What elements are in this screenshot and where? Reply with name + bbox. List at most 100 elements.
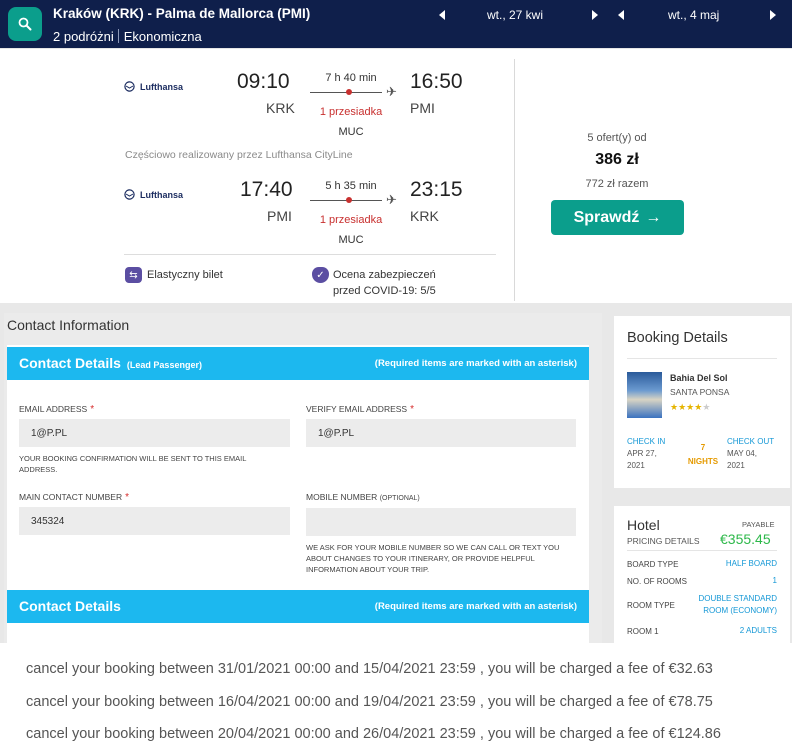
chevron-right-icon[interactable] [770, 10, 776, 20]
depart-airport: KRK [266, 100, 295, 116]
hotel-location: SANTA PONSA [670, 387, 730, 397]
stops-count: 1 przesiadka [319, 214, 383, 226]
required-asterisk: * [125, 492, 130, 503]
room-1-label: ROOM 1 [627, 627, 659, 636]
check-offer-button[interactable]: Sprawdź → [551, 200, 684, 235]
covid-rating-line2: przed COVID-19: 5/5 [333, 285, 436, 297]
search-bar: Kraków (KRK) - Palma de Mallorca (PMI) 2… [0, 0, 792, 48]
cancellation-line: cancel your booking between 16/04/2021 0… [26, 694, 713, 710]
covid-rating-line1: Ocena zabezpieczeń [333, 269, 436, 281]
required-note: (Required items are marked with an aster… [374, 601, 577, 612]
mobile-label-text: MOBILE NUMBER [306, 492, 378, 502]
optional-note: (OPTIONAL) [379, 495, 420, 502]
check-out-day: MAY 04, [727, 449, 757, 458]
arrive-airport: KRK [410, 208, 439, 224]
stop-dot [346, 197, 352, 203]
arrive-time: 23:15 [410, 178, 463, 201]
travellers-cabin[interactable]: 2 podróżni Ekonomiczna [53, 29, 202, 44]
chevron-left-icon[interactable] [439, 10, 445, 20]
required-asterisk: * [410, 404, 414, 415]
contact-details-title: Contact Details [19, 598, 121, 614]
airline-inbound: Lufthansa [124, 189, 183, 200]
nights-number: 7 [700, 443, 706, 452]
mobile-field[interactable] [306, 508, 576, 536]
cancellation-line: cancel your booking between 31/01/2021 0… [26, 661, 713, 677]
hotel-image[interactable] [627, 372, 662, 418]
stopover-airport: MUC [338, 126, 364, 138]
room-type-value: DOUBLE STANDARD ROOM (ECONOMY) [698, 593, 777, 617]
check-in-date: APR 27, 2021 [627, 448, 657, 472]
required-asterisk: * [90, 404, 95, 415]
cancellation-line: cancel your booking between 20/04/2021 0… [26, 726, 721, 742]
contact-details-title: Contact Details (Lead Passenger) [19, 355, 202, 371]
depart-time: 09:10 [237, 70, 290, 93]
rooms-value: 1 [772, 576, 777, 585]
lufthansa-logo-icon [124, 189, 135, 200]
stopover-airport: MUC [338, 234, 364, 246]
airline-name: Lufthansa [140, 189, 184, 200]
search-icon [18, 17, 32, 31]
pricing-details-label: PRICING DETAILS [627, 536, 700, 546]
arrow-right-icon: → [645, 208, 662, 226]
plane-icon: ✈ [386, 84, 397, 99]
airline-outbound: Lufthansa [124, 81, 183, 92]
verify-email-field[interactable]: 1@P.PL [306, 419, 576, 447]
flight-duration: 7 h 40 min [325, 72, 377, 84]
divider [124, 254, 496, 255]
contact-details-heading: Contact Details [19, 355, 121, 371]
room-1-value: 2 ADULTS [739, 626, 777, 635]
star-icon: ★ [678, 402, 687, 412]
search-button[interactable] [8, 7, 42, 41]
room-type-line2: ROOM (ECONOMY) [703, 606, 777, 615]
mobile-help-text: WE ASK FOR YOUR MOBILE NUMBER SO WE CAN … [306, 543, 560, 574]
hotel-name[interactable]: Bahia Del Sol [670, 373, 728, 383]
lufthansa-logo-icon [124, 81, 135, 92]
separator [117, 29, 119, 43]
section-title: Contact Information [7, 317, 130, 333]
main-contact-label: MAIN CONTACT NUMBER * [19, 492, 129, 503]
flexible-ticket-icon: ⇆ [125, 267, 142, 283]
nights-label: NIGHTS [687, 457, 719, 466]
price-per-person: 386 zł [595, 151, 639, 168]
check-in-day: APR 27, [627, 449, 657, 458]
stop-dot [346, 89, 352, 95]
main-contact-field[interactable]: 345324 [19, 507, 290, 535]
offers-count: 5 ofert(y) od [587, 132, 647, 144]
depart-airport: PMI [267, 208, 292, 224]
travellers-count: 2 podróżni [53, 29, 114, 44]
star-rating: ★★★★★ [670, 402, 710, 413]
payable-amount: €355.45 [720, 531, 771, 547]
room-type-line1: DOUBLE STANDARD [698, 594, 777, 603]
email-label: EMAIL ADDRESS * [19, 404, 94, 415]
rooms-label: NO. OF ROOMS [627, 577, 687, 586]
main-contact-label-text: MAIN CONTACT NUMBER [19, 492, 123, 502]
check-out-date: MAY 04, 2021 [727, 448, 757, 472]
plane-icon: ✈ [386, 192, 397, 207]
booking-details-title: Booking Details [627, 330, 728, 346]
chevron-right-icon[interactable] [592, 10, 598, 20]
check-in-label: CHECK IN [627, 437, 666, 446]
divider [627, 550, 777, 551]
email-field[interactable]: 1@P.PL [19, 419, 290, 447]
arrive-airport: PMI [410, 100, 435, 116]
email-label-text: EMAIL ADDRESS [19, 404, 88, 414]
return-date[interactable]: wt., 4 maj [668, 8, 719, 22]
check-out-label: CHECK OUT [727, 437, 775, 446]
star-icon: ★ [670, 402, 679, 412]
hotel-pricing-title: Hotel [627, 517, 660, 533]
check-out-year: 2021 [727, 461, 745, 470]
lead-passenger-note: (Lead Passenger) [126, 360, 202, 370]
divider [627, 358, 777, 359]
nights-count: 7 NIGHTS [683, 441, 723, 469]
payable-label: PAYABLE [742, 520, 775, 529]
divider [514, 59, 515, 301]
room-type-label: ROOM TYPE [627, 601, 675, 610]
chevron-left-icon[interactable] [618, 10, 624, 20]
board-type-value: HALF BOARD [725, 559, 777, 568]
operated-by-note: Częściowo realizowany przez Lufthansa Ci… [125, 149, 353, 161]
flight-duration: 5 h 35 min [325, 180, 377, 192]
depart-date[interactable]: wt., 27 kwi [487, 8, 543, 22]
contact-details-header-2: Contact Details (Required items are mark… [7, 590, 589, 623]
airline-name: Lufthansa [140, 81, 184, 92]
route-summary[interactable]: Kraków (KRK) - Palma de Mallorca (PMI) [53, 6, 310, 21]
